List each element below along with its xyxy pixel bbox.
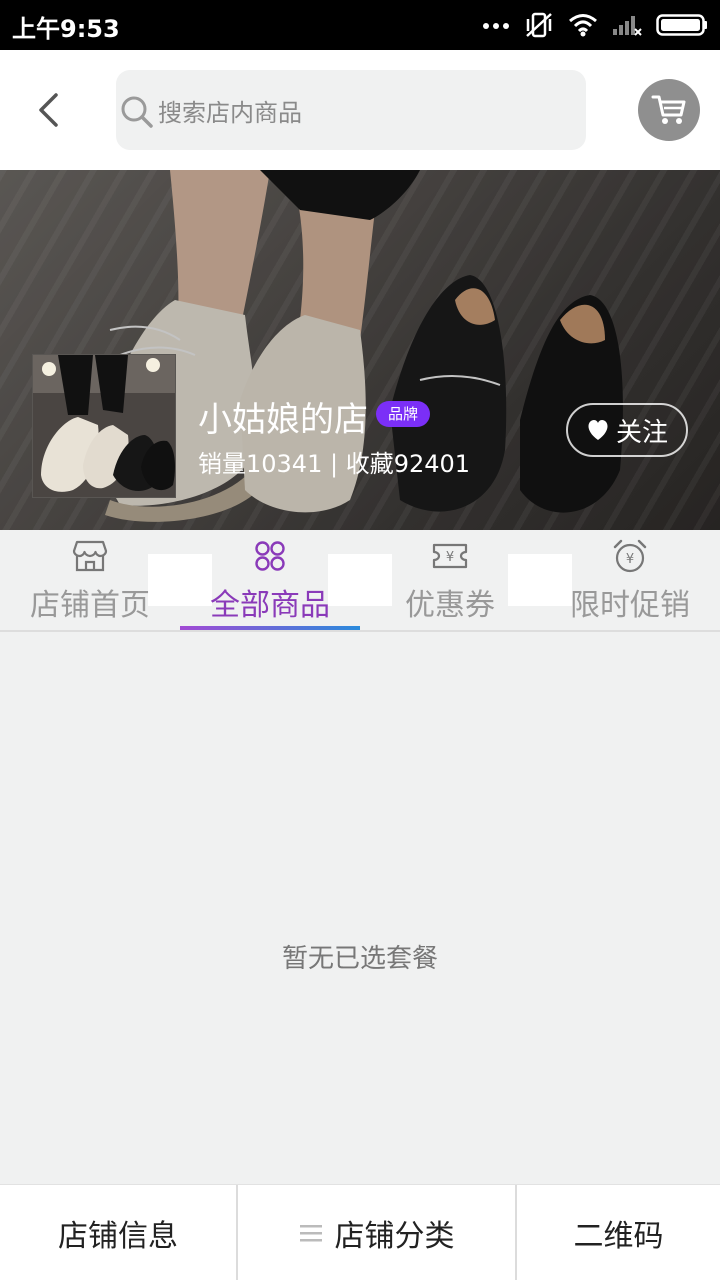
shop-info-label: 店铺信息 — [58, 1219, 178, 1254]
shop-banner: 小姑娘的店 品牌 销量10341 | 收藏92401 关注 — [0, 170, 720, 530]
signal-icon — [613, 16, 642, 36]
shop-stats: 销量10341 | 收藏92401 — [198, 450, 471, 478]
tab-label: 店铺首页 — [30, 588, 150, 623]
menu-lines-icon — [299, 1225, 322, 1242]
search-input[interactable]: 搜索店内商品 — [116, 70, 586, 150]
active-tab-indicator — [180, 626, 360, 630]
shopping-cart-icon — [651, 95, 686, 124]
shop-categories-button[interactable]: 店铺分类 — [236, 1185, 515, 1280]
brand-badge: 品牌 — [376, 401, 431, 427]
shop-info-button[interactable]: 店铺信息 — [0, 1185, 236, 1280]
status-icons — [482, 11, 708, 39]
search-placeholder: 搜索店内商品 — [158, 99, 302, 127]
follow-button[interactable]: 关注 — [566, 403, 688, 457]
tab-flash-sale[interactable]: ¥ 限时促销 — [540, 530, 720, 630]
shop-avatar-image — [33, 355, 175, 497]
follow-label: 关注 — [615, 417, 668, 448]
shop-avatar — [32, 354, 176, 498]
coupon-icon: ¥ — [432, 538, 468, 574]
grid-icon — [252, 538, 288, 574]
chevron-left-icon — [39, 93, 58, 127]
more-dots-icon — [483, 23, 509, 29]
svg-text:¥: ¥ — [626, 552, 634, 567]
tab-label: 优惠券 — [405, 588, 495, 623]
shop-page: 上午9:53 搜索店内商品 小姑娘的店 品牌 销量10341 | 收藏92401… — [0, 0, 720, 1280]
tab-shop-home[interactable]: 店铺首页 — [0, 530, 180, 630]
qr-code-label: 二维码 — [573, 1219, 664, 1254]
header: 搜索店内商品 — [0, 50, 720, 170]
alarm-clock-icon: ¥ — [612, 538, 648, 574]
empty-state-text: 暂无已选套餐 — [281, 944, 438, 974]
svg-text:¥: ¥ — [446, 550, 454, 565]
status-time: 上午9:53 — [12, 15, 120, 43]
search-icon — [121, 96, 153, 128]
heart-icon — [588, 420, 608, 440]
battery-icon — [656, 14, 707, 36]
vibrate-off-icon — [526, 12, 552, 38]
status-bar: 上午9:53 — [0, 0, 720, 50]
shop-name: 小姑娘的店 — [198, 400, 368, 440]
wifi-icon — [569, 14, 597, 37]
tab-all-products[interactable]: 全部商品 — [180, 530, 360, 630]
tab-label: 限时促销 — [570, 588, 690, 623]
storefront-icon — [72, 538, 108, 574]
tab-coupons[interactable]: ¥ 优惠券 — [360, 530, 540, 630]
bottom-bar: 店铺信息 店铺分类 二维码 — [0, 1184, 720, 1280]
shop-categories-label: 店铺分类 — [334, 1219, 455, 1254]
shop-tabs: 店铺首页 全部商品 ¥ 优惠券 ¥ 限时促销 — [0, 530, 720, 632]
cart-button[interactable] — [638, 79, 700, 141]
tab-label: 全部商品 — [210, 588, 330, 623]
back-button[interactable] — [26, 82, 70, 138]
qr-code-button[interactable]: 二维码 — [515, 1185, 720, 1280]
